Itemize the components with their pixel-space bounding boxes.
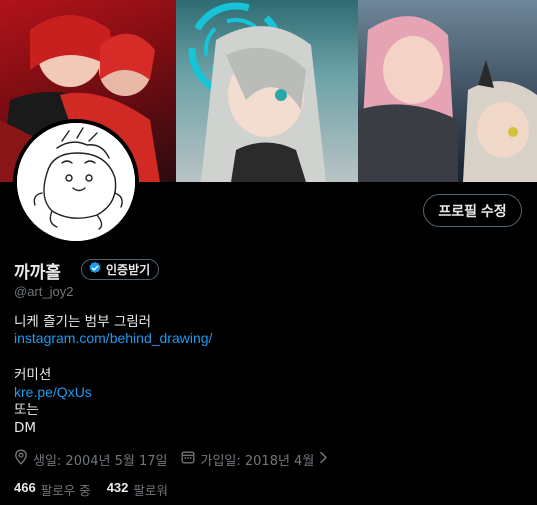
- get-verified-button[interactable]: 인증받기: [81, 259, 160, 280]
- profile-meta: 생일: 2004년 5월 17일 가입일: 2018년 4월: [14, 449, 328, 469]
- banner-art-panel-2: [176, 0, 358, 182]
- following-link[interactable]: 466 팔로우 중: [14, 480, 91, 499]
- edit-profile-button[interactable]: 프로필 수정: [423, 194, 522, 227]
- follow-stats: 466 팔로우 중 432 팔로워: [14, 480, 168, 499]
- banner-art-panel-3: [358, 0, 537, 182]
- display-name: 까까홀: [14, 263, 61, 283]
- bio-line-3: 또는: [14, 402, 39, 418]
- following-label: 팔로우 중: [40, 483, 91, 498]
- calendar-icon: [181, 450, 195, 468]
- birthday-text: 생일: 2004년 5월 17일: [33, 453, 168, 469]
- birthday-item: 생일: 2004년 5월 17일: [14, 449, 167, 469]
- get-verified-label: 인증받기: [106, 263, 151, 277]
- avatar-image: [17, 123, 135, 241]
- bio-link-kre[interactable]: kre.pe/QxUs: [14, 383, 92, 401]
- followers-link[interactable]: 432 팔로워: [107, 480, 168, 499]
- chevron-right-icon: [319, 451, 328, 468]
- bio-line-4: DM: [14, 420, 37, 436]
- following-count: 466: [14, 480, 36, 495]
- bio-link-instagram[interactable]: instagram.com/behind_drawing/: [14, 329, 212, 347]
- followers-label: 팔로워: [133, 483, 168, 498]
- profile-avatar[interactable]: [13, 119, 139, 245]
- joined-item[interactable]: 가입일: 2018년 4월: [181, 450, 328, 469]
- bio-line-2: 커미션: [14, 367, 52, 383]
- joined-text: 가입일: 2018년 4월: [200, 453, 315, 469]
- verified-badge-icon: [88, 261, 102, 278]
- followers-count: 432: [106, 480, 129, 495]
- user-handle: @art_joy2: [14, 284, 74, 299]
- location-pin-icon: [14, 449, 28, 469]
